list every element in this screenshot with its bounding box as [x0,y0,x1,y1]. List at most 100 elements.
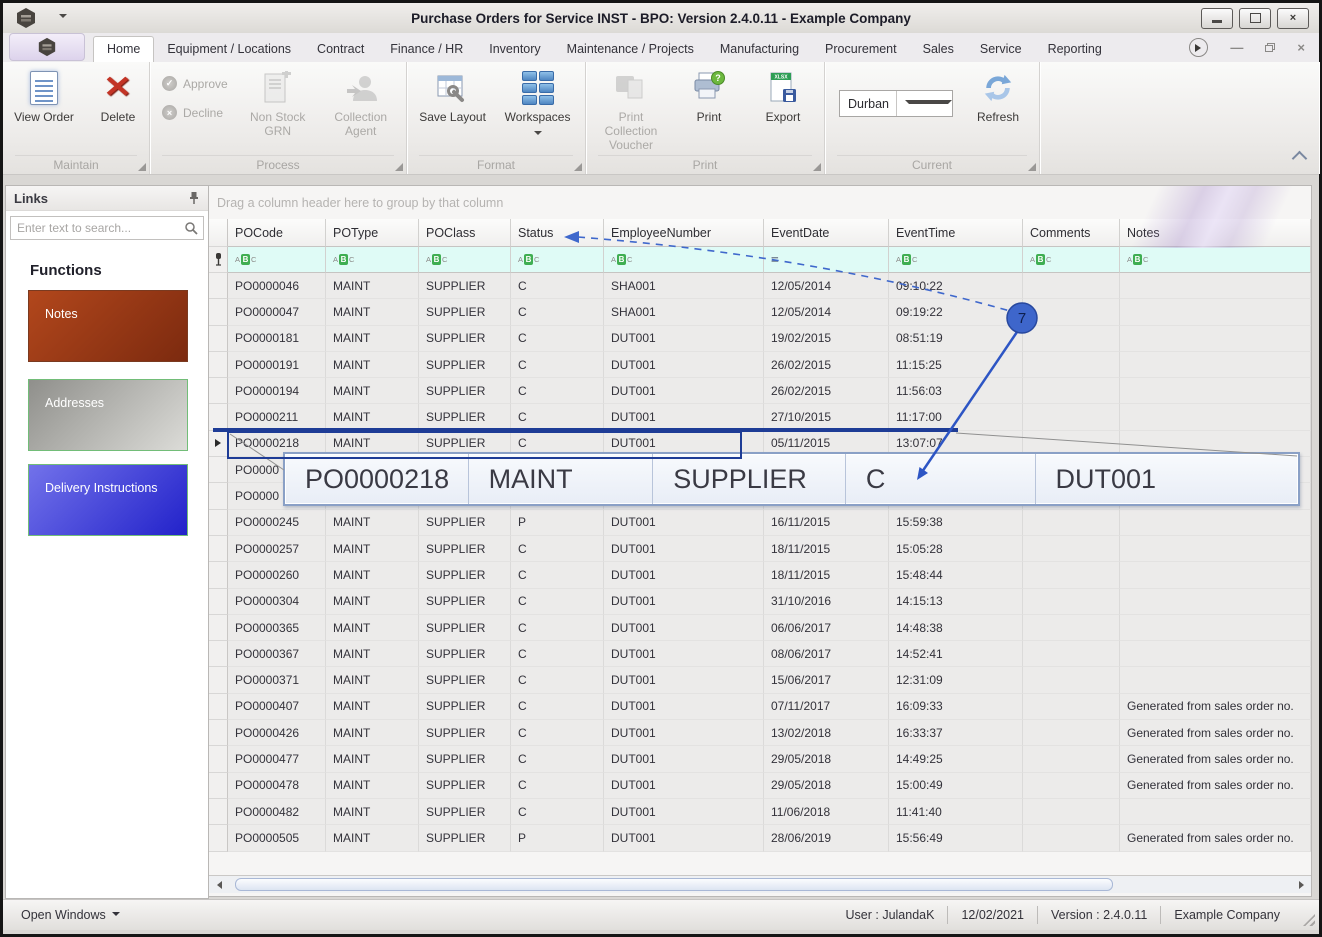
approve-button[interactable]: ✓ Approve [162,76,228,91]
table-row[interactable]: PO0000257MAINTSUPPLIERCDUT00118/11/20151… [209,536,1311,562]
cell-eventtime: 09:19:22 [889,299,1023,325]
table-row[interactable]: PO0000477MAINTSUPPLIERCDUT00129/05/20181… [209,746,1311,772]
table-row[interactable]: PO0000478MAINTSUPPLIERCDUT00129/05/20181… [209,773,1311,799]
tab-contract[interactable]: Contract [304,37,377,62]
statusbar-item: Example Company [1160,906,1293,924]
column-header-status[interactable]: Status [511,219,604,247]
ribbon-scroll-icon[interactable] [1189,38,1208,57]
mdi-restore-icon[interactable] [1265,43,1275,52]
cell-employeenumber: DUT001 [604,799,764,825]
table-row[interactable]: PO0000365MAINTSUPPLIERCDUT00106/06/20171… [209,615,1311,641]
format-dialog-launcher-icon[interactable] [574,163,582,171]
tab-procurement[interactable]: Procurement [812,37,910,62]
table-row[interactable]: PO0000194MAINTSUPPLIERCDUT00126/02/20151… [209,378,1311,404]
cell-pocode: PO0000047 [228,299,326,325]
equals-filter-icon: = [771,252,779,267]
view-order-button[interactable]: View Order [9,68,79,127]
column-header-comments[interactable]: Comments [1023,219,1120,247]
process-dialog-launcher-icon[interactable] [395,163,403,171]
function-button-delivery-instructions[interactable]: Delivery Instructions [28,464,188,536]
tab-home[interactable]: Home [93,36,154,62]
table-row[interactable]: PO0000304MAINTSUPPLIERCDUT00131/10/20161… [209,589,1311,615]
decline-button[interactable]: × Decline [162,105,228,120]
table-row[interactable]: PO0000371MAINTSUPPLIERCDUT00115/06/20171… [209,667,1311,693]
horizontal-scrollbar[interactable] [209,875,1311,893]
tab-manufacturing[interactable]: Manufacturing [707,37,812,62]
close-button[interactable]: × [1277,8,1309,29]
column-header-employeenumber[interactable]: EmployeeNumber [604,219,764,247]
filter-cell-potype[interactable]: ABC [326,247,419,273]
cell-employeenumber: DUT001 [604,825,764,851]
tab-equipment-locations[interactable]: Equipment / Locations [154,37,304,62]
maintain-dialog-launcher-icon[interactable] [138,163,146,171]
mdi-close-icon[interactable]: × [1297,43,1305,53]
table-row[interactable]: PO0000181MAINTSUPPLIERCDUT00119/02/20150… [209,326,1311,352]
search-input[interactable] [11,220,184,236]
table-row[interactable]: PO0000047MAINTSUPPLIERCSHA00112/05/20140… [209,299,1311,325]
table-row[interactable]: PO0000426MAINTSUPPLIERCDUT00113/02/20181… [209,720,1311,746]
application-menu-button[interactable] [9,33,85,61]
site-select[interactable]: Durban [839,90,953,117]
filter-cell-comments[interactable]: ABC [1023,247,1120,273]
delete-button[interactable]: ✕ Delete [83,68,153,127]
table-row[interactable]: PO0000407MAINTSUPPLIERCDUT00107/11/20171… [209,694,1311,720]
tab-inventory[interactable]: Inventory [476,37,553,62]
print-collection-voucher-button[interactable]: Print Collection Voucher [592,68,670,154]
resize-grip[interactable] [1303,914,1315,926]
collection-agent-button[interactable]: Collection Agent [322,68,400,141]
workspaces-button[interactable]: Workspaces [496,68,579,141]
scroll-left-icon[interactable] [209,881,225,889]
cell-notes [1120,273,1311,299]
header-indicator-cell [209,219,228,247]
collapse-ribbon-icon[interactable] [1292,151,1308,167]
filter-cell-eventdate[interactable]: = [764,247,889,273]
tab-reporting[interactable]: Reporting [1035,37,1115,62]
tab-service[interactable]: Service [967,37,1035,62]
tab-maintenance-projects[interactable]: Maintenance / Projects [554,37,707,62]
table-row[interactable]: PO0000211MAINTSUPPLIERCDUT00127/10/20151… [209,404,1311,430]
export-button[interactable]: XLSX Export [748,68,818,127]
column-header-eventtime[interactable]: EventTime [889,219,1023,247]
non-stock-grn-button[interactable]: Non Stock GRN [238,68,318,141]
table-row[interactable]: PO0000482MAINTSUPPLIERCDUT00111/06/20181… [209,799,1311,825]
column-header-eventdate[interactable]: EventDate [764,219,889,247]
cell-employeenumber: DUT001 [604,536,764,562]
minimize-button[interactable] [1201,8,1233,29]
column-header-poclass[interactable]: POClass [419,219,511,247]
print-dialog-launcher-icon[interactable] [813,163,821,171]
filter-cell-poclass[interactable]: ABC [419,247,511,273]
table-row[interactable]: PO0000191MAINTSUPPLIERCDUT00126/02/20151… [209,352,1311,378]
filter-cell-employeenumber[interactable]: ABC [604,247,764,273]
function-button-addresses[interactable]: Addresses [28,379,188,451]
cell-pocode: PO0000482 [228,799,326,825]
scrollbar-thumb[interactable] [235,878,1113,891]
filter-cell-status[interactable]: ABC [511,247,604,273]
table-row[interactable]: PO0000245MAINTSUPPLIERPDUT00116/11/20151… [209,510,1311,536]
table-row[interactable]: PO0000367MAINTSUPPLIERCDUT00108/06/20171… [209,641,1311,667]
refresh-button[interactable]: Refresh [963,68,1033,127]
table-row[interactable]: PO0000046MAINTSUPPLIERCSHA00112/05/20140… [209,273,1311,299]
column-header-notes[interactable]: Notes [1120,219,1311,247]
column-header-potype[interactable]: POType [326,219,419,247]
row-indicator-cell [209,615,228,641]
save-layout-button[interactable]: Save Layout [413,68,492,127]
filter-cell-notes[interactable]: ABC [1120,247,1311,273]
mdi-minimize-icon[interactable]: — [1230,43,1243,53]
pin-icon[interactable] [188,191,200,205]
search-icon[interactable] [184,221,198,235]
maximize-button[interactable] [1239,8,1271,29]
filter-cell-pocode[interactable]: ABC [228,247,326,273]
column-header-pocode[interactable]: POCode [228,219,326,247]
cell-pocode: PO0000194 [228,378,326,404]
current-dialog-launcher-icon[interactable] [1028,163,1036,171]
tab-finance-hr[interactable]: Finance / HR [377,37,476,62]
print-button[interactable]: ? Print [674,68,744,127]
cell-notes [1120,352,1311,378]
table-row[interactable]: PO0000260MAINTSUPPLIERCDUT00118/11/20151… [209,562,1311,588]
function-button-notes[interactable]: Notes [28,290,188,362]
tab-sales[interactable]: Sales [910,37,967,62]
scroll-right-icon[interactable] [1295,881,1311,889]
open-windows-button[interactable]: Open Windows [21,908,120,922]
filter-cell-eventtime[interactable]: ABC [889,247,1023,273]
table-row[interactable]: PO0000505MAINTSUPPLIERPDUT00128/06/20191… [209,825,1311,851]
